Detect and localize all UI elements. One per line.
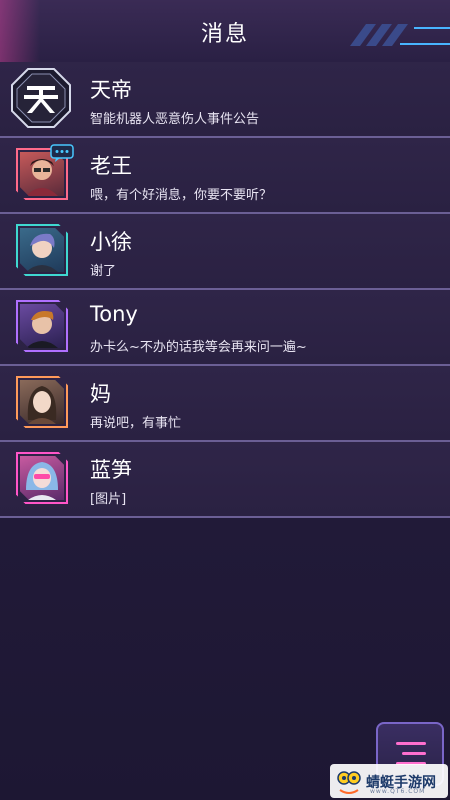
contact-name: 天帝 bbox=[90, 78, 132, 102]
message-preview: 谢了 bbox=[90, 264, 117, 279]
xiaoxu-avatar bbox=[20, 228, 64, 272]
watermark-logo: 蜻蜓手游网 www.QT6.COM bbox=[330, 764, 448, 798]
tony-avatar bbox=[20, 304, 64, 348]
conversation-list: 天帝 智能机器人恶意伤人事件公告 老王 喂，有个好消息，你要不要听？ 小徐 谢了… bbox=[0, 62, 450, 518]
conversation-item-mom[interactable]: 妈 再说吧，有事忙 bbox=[0, 366, 450, 442]
message-preview: [图片] bbox=[90, 492, 127, 507]
mom-avatar bbox=[20, 380, 64, 424]
contact-name: 蓝笋 bbox=[90, 458, 132, 482]
tiandi-logo-icon bbox=[11, 68, 71, 128]
contact-name: Tony bbox=[90, 302, 138, 326]
conversation-item-laowang[interactable]: 老王 喂，有个好消息，你要不要听？ bbox=[0, 138, 450, 214]
conversation-item-lansun[interactable]: 蓝笋 [图片] bbox=[0, 442, 450, 518]
message-preview: 办卡么~不办的话我等会再来问一遍~ bbox=[90, 340, 307, 355]
watermark-url: www.QT6.COM bbox=[370, 788, 426, 795]
message-preview: 喂，有个好消息，你要不要听？ bbox=[90, 188, 273, 203]
header-stripe-decoration bbox=[350, 24, 450, 46]
message-preview: 再说吧，有事忙 bbox=[90, 416, 182, 431]
avatar-frame bbox=[16, 300, 68, 352]
header-bar: 消息 bbox=[0, 0, 450, 63]
contact-name: 老王 bbox=[90, 154, 132, 178]
message-preview: 智能机器人恶意伤人事件公告 bbox=[90, 112, 260, 127]
contact-name: 小徐 bbox=[90, 230, 132, 254]
avatar-frame bbox=[16, 452, 68, 504]
conversation-item-tiandi[interactable]: 天帝 智能机器人恶意伤人事件公告 bbox=[0, 62, 450, 138]
lansun-avatar bbox=[20, 456, 64, 500]
dragonfly-logo-icon bbox=[337, 771, 361, 794]
avatar-frame bbox=[16, 224, 68, 276]
conversation-item-tony[interactable]: Tony 办卡么~不办的话我等会再来问一遍~ bbox=[0, 290, 450, 366]
conversation-item-xiaoxu[interactable]: 小徐 谢了 bbox=[0, 214, 450, 290]
avatar-frame bbox=[16, 376, 68, 428]
contact-name: 妈 bbox=[90, 382, 111, 406]
speech-bubble-icon bbox=[50, 144, 74, 162]
